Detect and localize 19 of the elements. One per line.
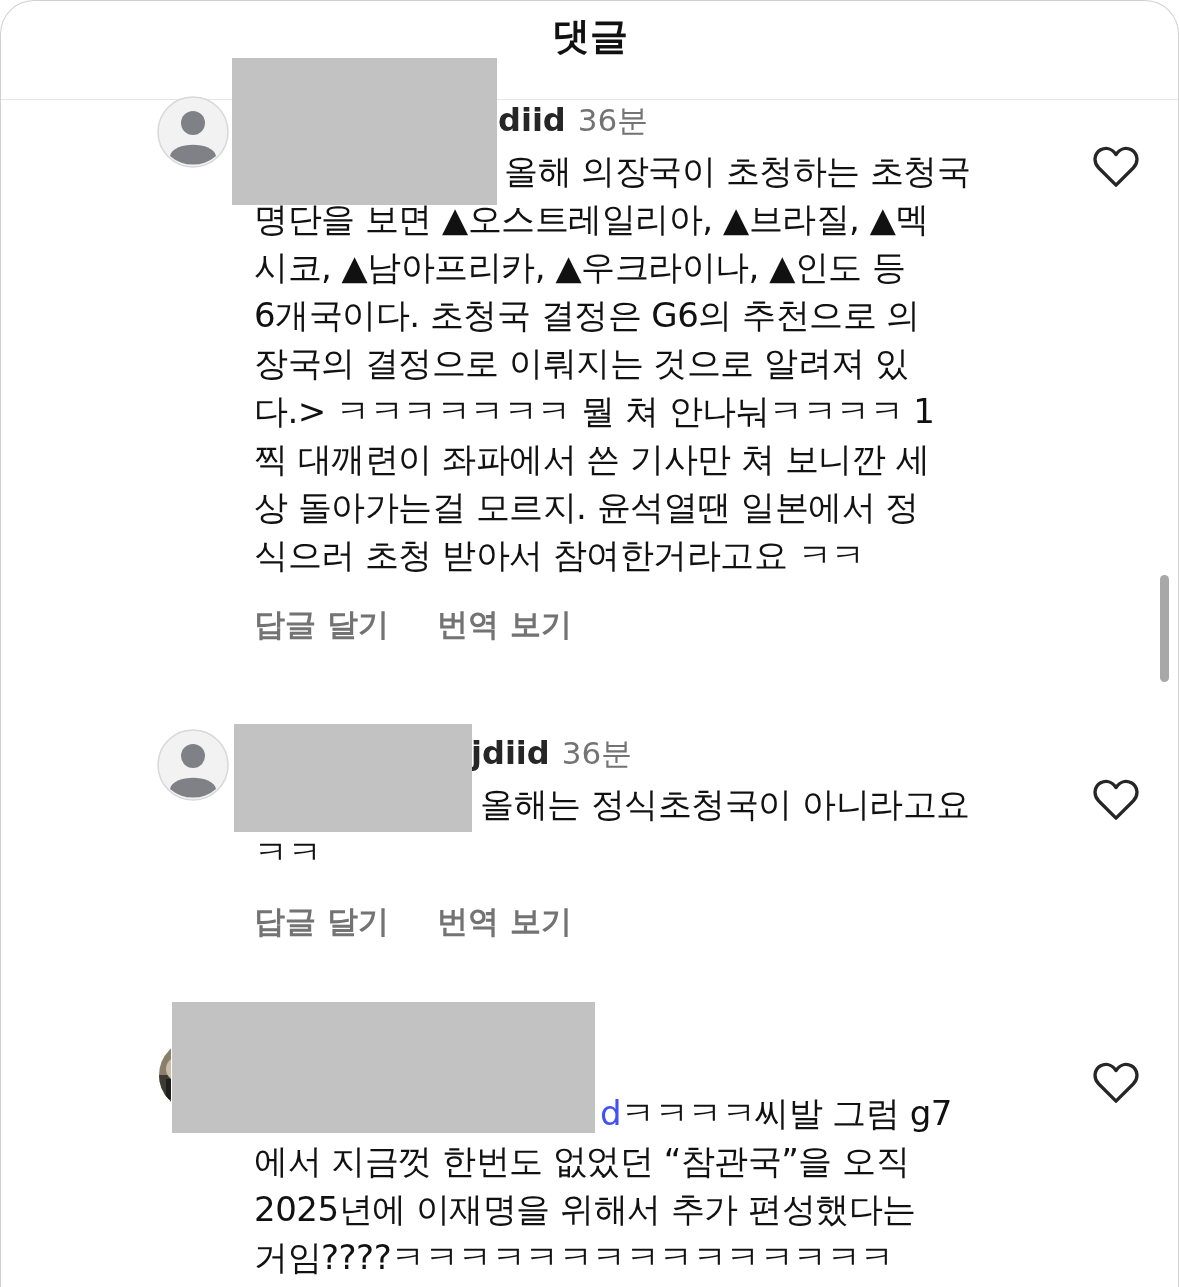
comment-action[interactable]: 번역 보기 bbox=[436, 604, 572, 644]
username[interactable]: diid bbox=[498, 100, 566, 140]
comment-text: 올해는 정식초청국이 아니라고요 ㅋㅋ bbox=[254, 783, 971, 874]
username[interactable]: jdiid bbox=[471, 733, 550, 773]
avatar-icon[interactable] bbox=[157, 729, 229, 801]
comment-time: 36분 bbox=[561, 734, 633, 773]
comment-action[interactable]: 답글 달기 bbox=[254, 604, 389, 644]
avatar-icon[interactable] bbox=[157, 96, 229, 168]
heart-icon[interactable] bbox=[1093, 1062, 1139, 1104]
scrollbar[interactable] bbox=[1160, 575, 1169, 682]
comment-text: d ㅋㅋㅋㅋ씨발 그럼 g7 에서 지금껏 한번도 없었던 “참관국”을 오직 2025년에 이재명을 위해서 추가 편성했다는 거임????ㅋㅋㅋㅋㅋㅋㅋㅋㅋㅋㅋㅋㅋㅋㅋ bbox=[254, 1092, 953, 1279]
comment-time: 36분 bbox=[577, 101, 649, 140]
comment-action[interactable]: 번역 보기 bbox=[436, 901, 572, 941]
comment-text: 올해 의장국이 초청하는 초청국 명단을 보면 ▲오스트레일리아, ▲브라질, ▲멕 시코, ▲남아프리카, ▲우크라이나, ▲인도 등 6개국이다. 초청국 결정은 G6의 추천으로 의 장국의 결정으로 이뤄지는 것으로 알려져 있 다.> ㅋㅋㅋㅋㅋㅋㅋ 뭘 쳐 안나눠ㅋㅋㅋㅋ 1 찍 대깨련이 좌파에서 쓴 기사만 쳐 보니깐 세 상 돌아가는걸 모르지. 윤석열땐 일본에서 정 식으러 초청 받아서 참여한거라고요 ㅋㅋ bbox=[254, 150, 972, 577]
comment-action[interactable]: 답글 달기 bbox=[254, 901, 389, 941]
heart-icon[interactable] bbox=[1093, 779, 1139, 821]
heart-icon[interactable] bbox=[1093, 146, 1139, 188]
sheet-title: 댓글 bbox=[551, 13, 628, 60]
mention-link[interactable]: d bbox=[600, 1093, 622, 1133]
